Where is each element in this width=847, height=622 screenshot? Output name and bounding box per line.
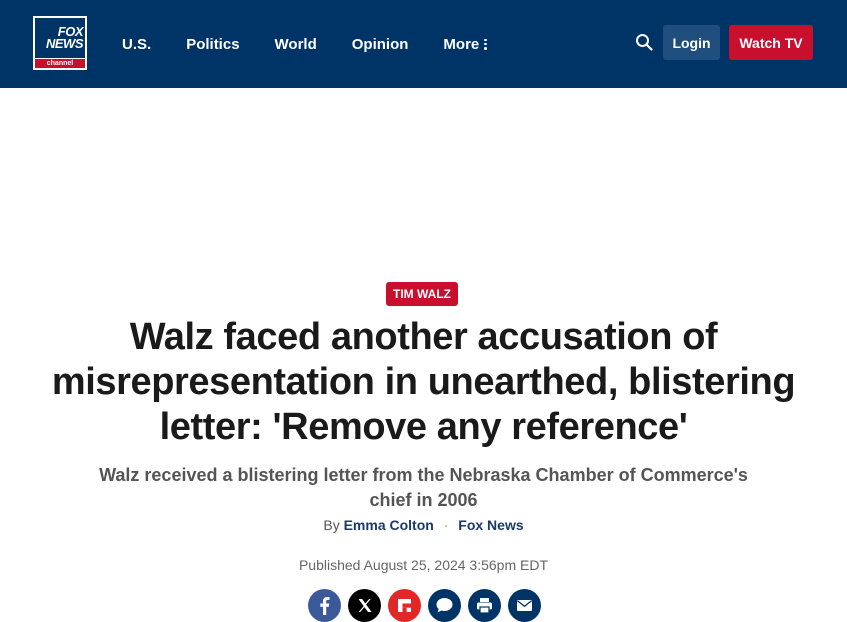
flipboard-icon: [398, 599, 411, 612]
nav-item-more[interactable]: More: [443, 35, 487, 53]
byline: By Emma Colton · Fox News: [0, 517, 847, 533]
nav-label: Opinion: [351, 35, 409, 53]
nav-item-world[interactable]: World: [275, 36, 317, 53]
share-flipboard-button[interactable]: [388, 589, 421, 622]
login-button[interactable]: Login: [663, 25, 720, 60]
facebook-icon: [320, 597, 330, 615]
byline-prefix: By: [323, 517, 340, 533]
main-nav: U.S. Politics World Opinion More: [122, 0, 522, 88]
logo-wordmark: FOX NEWS: [35, 18, 85, 58]
published-date: Published August 25, 2024 3:56pm EDT: [298, 557, 549, 573]
site-header: FOX NEWS channel U.S. Politics World Opi…: [0, 0, 847, 88]
vertical-dots-icon: [484, 38, 487, 50]
nav-label: World: [274, 35, 317, 53]
share-print-button[interactable]: [468, 589, 501, 622]
byline-separator: ·: [443, 517, 449, 533]
comment-icon: [436, 598, 453, 613]
share-comments-button[interactable]: [428, 589, 461, 622]
email-icon: [517, 600, 532, 611]
article-subhead: Walz received a blistering letter from t…: [99, 465, 748, 510]
nav-label: U.S.: [122, 35, 152, 53]
watch-tv-button[interactable]: Watch TV: [729, 25, 813, 60]
nav-label: More: [443, 35, 480, 53]
share-email-button[interactable]: [508, 589, 541, 622]
fox-news-logo[interactable]: FOX NEWS channel: [33, 16, 87, 70]
print-icon: [477, 598, 492, 614]
article-headline: Walz faced another accusation of misrepr…: [51, 316, 796, 448]
source-link[interactable]: Fox News: [458, 517, 523, 533]
share-facebook-button[interactable]: [308, 589, 341, 622]
nav-item-us[interactable]: U.S.: [122, 36, 151, 53]
author-link[interactable]: Emma Colton: [344, 517, 434, 533]
share-x-button[interactable]: [348, 589, 381, 622]
x-icon: [358, 599, 372, 612]
nav-item-politics[interactable]: Politics: [186, 36, 239, 53]
search-icon[interactable]: [635, 33, 653, 51]
nav-label: Politics: [186, 35, 240, 53]
nav-item-opinion[interactable]: Opinion: [352, 36, 409, 53]
topic-tag[interactable]: TIM WALZ: [386, 282, 458, 306]
share-bar: [308, 589, 541, 622]
logo-line2: NEWS: [46, 36, 84, 51]
logo-channel: channel: [35, 59, 85, 68]
